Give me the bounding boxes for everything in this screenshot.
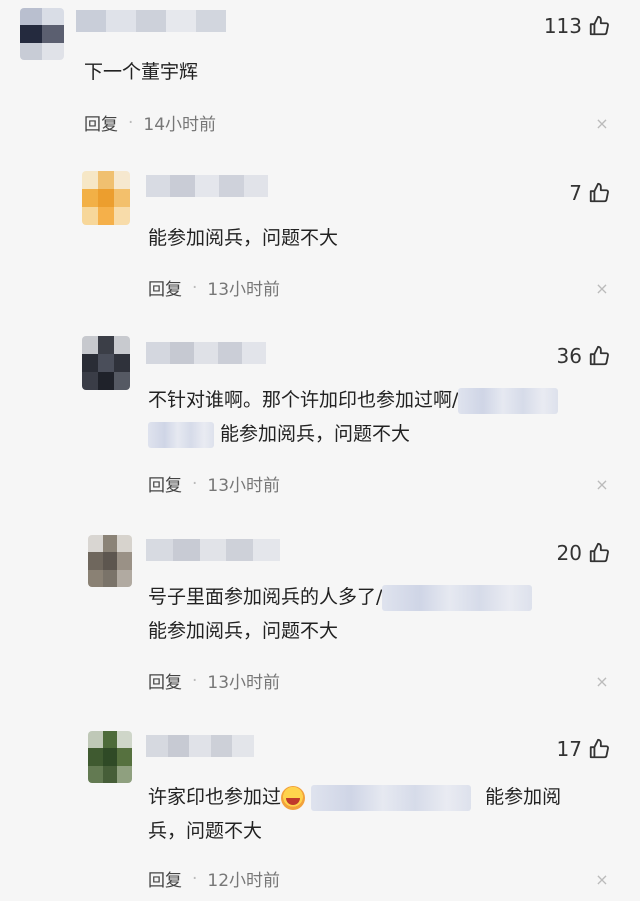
timestamp: 13小时前 <box>207 476 281 496</box>
close-icon[interactable]: × <box>594 672 610 691</box>
username-blurred[interactable] <box>76 10 226 32</box>
like-count: 7 <box>569 181 582 205</box>
comment-4: 20 号子里面参加阅兵的人多了/ 能参加阅兵，问题不大 回复 · 13小时前 × <box>0 527 640 707</box>
comment-meta: 回复 · 13小时前 <box>148 668 281 694</box>
comment-5: 17 许家印也参加过 能参加阅 兵，问题不大 回复 · 12小时前 × <box>0 723 640 901</box>
reply-button[interactable]: 回复 <box>148 471 182 496</box>
reply-button[interactable]: 回复 <box>148 866 182 891</box>
comment-text: 能参加阅兵，问题不大 <box>148 227 339 249</box>
thumbs-up-icon[interactable] <box>588 182 610 204</box>
comment-meta: 回复 · 13小时前 <box>148 275 281 301</box>
like-count: 17 <box>556 737 582 761</box>
timestamp: 13小时前 <box>207 673 281 693</box>
comment-text: 下一个董宇辉 <box>84 61 199 83</box>
blurred-mention <box>311 784 472 811</box>
reply-button[interactable]: 回复 <box>148 668 182 693</box>
like-group[interactable]: 113 <box>544 14 610 38</box>
separator-dot: · <box>128 112 134 133</box>
like-group[interactable]: 36 <box>557 344 610 368</box>
like-count: 113 <box>543 14 582 38</box>
username-blurred[interactable] <box>146 539 280 561</box>
timestamp: 13小时前 <box>207 280 281 300</box>
laughing-emoji-icon <box>281 785 306 810</box>
separator-dot: · <box>192 473 198 494</box>
reply-button[interactable]: 回复 <box>84 110 118 135</box>
close-icon[interactable]: × <box>594 114 610 133</box>
thumbs-up-icon[interactable] <box>588 738 610 760</box>
blurred-mention <box>458 387 559 414</box>
comment-meta: 回复 · 14小时前 <box>84 110 217 136</box>
timestamp: 12小时前 <box>207 871 281 891</box>
comment-2: 7 能参加阅兵，问题不大 回复 · 13小时前 × <box>0 165 640 315</box>
thumbs-up-icon[interactable] <box>588 542 610 564</box>
like-group[interactable]: 20 <box>557 541 610 565</box>
comment-text: 号子里面参加阅兵的人多了/ <box>148 579 533 615</box>
comment-text-line-2: 能参加阅兵，问题不大 <box>148 416 410 452</box>
avatar[interactable] <box>82 336 130 390</box>
username-blurred[interactable] <box>146 735 254 757</box>
separator-dot: · <box>192 277 198 298</box>
like-count: 20 <box>556 541 582 565</box>
comment-text-line-2: 能参加阅兵，问题不大 <box>148 620 339 642</box>
like-group[interactable]: 7 <box>569 181 610 205</box>
close-icon[interactable]: × <box>594 475 610 494</box>
avatar[interactable] <box>88 535 132 587</box>
comment-meta: 回复 · 12小时前 <box>148 866 281 892</box>
comment-text: 不针对谁啊。那个许加印也参加过啊/ <box>148 382 559 418</box>
like-group[interactable]: 17 <box>557 737 610 761</box>
comment-text: 许家印也参加过 能参加阅 <box>148 779 561 815</box>
blurred-mention <box>148 421 214 448</box>
separator-dot: · <box>192 670 198 691</box>
like-count: 36 <box>556 344 582 368</box>
timestamp: 14小时前 <box>143 115 217 135</box>
reply-button[interactable]: 回复 <box>148 275 182 300</box>
comment-meta: 回复 · 13小时前 <box>148 471 281 497</box>
thumbs-up-icon[interactable] <box>588 345 610 367</box>
username-blurred[interactable] <box>146 175 269 197</box>
comment-1: 113 下一个董宇辉 回复 · 14小时前 × <box>0 0 640 150</box>
close-icon[interactable]: × <box>594 279 610 298</box>
separator-dot: · <box>192 868 198 889</box>
comment-text-line-2: 兵，问题不大 <box>148 820 263 842</box>
close-icon[interactable]: × <box>594 870 610 889</box>
blurred-mention <box>382 584 533 611</box>
avatar[interactable] <box>82 171 130 225</box>
thumbs-up-icon[interactable] <box>588 15 610 37</box>
avatar[interactable] <box>20 8 64 60</box>
comment-3: 36 不针对谁啊。那个许加印也参加过啊/ 能参加阅兵，问题不大 回复 · 13小… <box>0 330 640 510</box>
username-blurred[interactable] <box>146 342 266 364</box>
avatar[interactable] <box>88 731 132 783</box>
